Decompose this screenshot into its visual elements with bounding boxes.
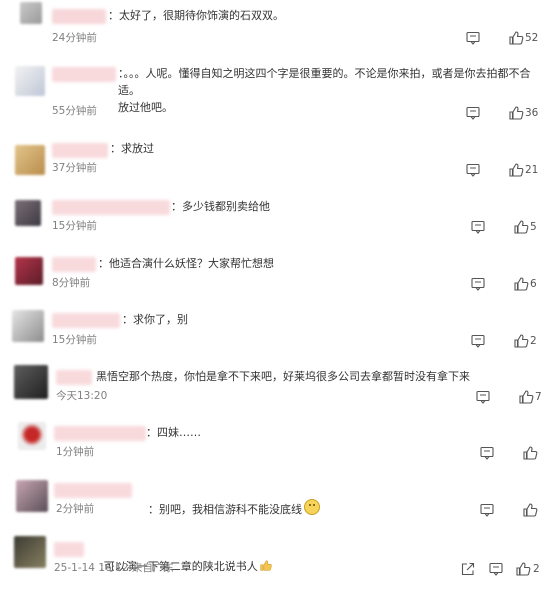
- avatar[interactable]: [15, 66, 45, 96]
- worried-face-emoji-icon: [304, 499, 320, 515]
- comment-text: ：求放过: [110, 142, 154, 155]
- like-icon[interactable]: [515, 561, 531, 577]
- comment-time: 25-1-14 16:12 来自广东: [54, 562, 174, 574]
- comment-text: ：四妹……: [146, 426, 201, 439]
- comment-text: ：多少钱都别卖给他: [171, 200, 270, 213]
- username[interactable]: [54, 542, 84, 557]
- reply-icon[interactable]: [465, 162, 481, 178]
- avatar[interactable]: [15, 200, 41, 226]
- like-icon[interactable]: [508, 162, 524, 178]
- like-count: 36: [525, 107, 539, 119]
- comment-time: 15分钟前: [52, 334, 97, 346]
- avatar[interactable]: [18, 422, 46, 450]
- username[interactable]: [54, 426, 146, 441]
- username[interactable]: [52, 313, 120, 328]
- thumbs-up-emoji-icon: [260, 560, 272, 571]
- avatar[interactable]: [12, 310, 44, 342]
- like-count: 6: [530, 278, 537, 290]
- like-icon[interactable]: [518, 389, 534, 405]
- avatar[interactable]: [14, 536, 46, 568]
- like-count: 52: [525, 32, 539, 44]
- comment-time: 55分钟前: [52, 105, 97, 117]
- like-count: 7: [535, 391, 542, 403]
- comment-time: 今天13:20: [56, 390, 108, 402]
- username[interactable]: [54, 483, 132, 498]
- reply-icon[interactable]: [475, 389, 491, 405]
- comment-time: 1分钟前: [56, 446, 95, 458]
- username[interactable]: [52, 200, 170, 215]
- like-icon[interactable]: [508, 105, 524, 121]
- like-icon[interactable]: [508, 30, 524, 46]
- reply-icon[interactable]: [465, 105, 481, 121]
- reply-icon[interactable]: [465, 30, 481, 46]
- like-count: 2: [533, 563, 540, 575]
- reply-icon[interactable]: [470, 276, 486, 292]
- like-icon[interactable]: [522, 445, 538, 461]
- comment-time: 15分钟前: [52, 220, 97, 232]
- reply-icon[interactable]: [470, 333, 486, 349]
- comment-time: 8分钟前: [52, 277, 91, 289]
- username[interactable]: [56, 370, 92, 385]
- like-count: 2: [530, 335, 537, 347]
- comment-text-content: ：别吧，我相信游科不能没底线: [148, 503, 302, 516]
- like-icon[interactable]: [513, 276, 529, 292]
- comment-text: 黑悟空那个热度，你怕是拿不下来吧，好莱坞很多公司去拿都暂时没有拿下来: [96, 370, 470, 383]
- reply-icon[interactable]: [479, 445, 495, 461]
- comment-text: ：求你了，别: [122, 313, 188, 326]
- reply-icon[interactable]: [488, 561, 504, 577]
- avatar[interactable]: [20, 2, 42, 24]
- username[interactable]: [52, 143, 108, 158]
- username[interactable]: [52, 67, 116, 82]
- like-icon[interactable]: [513, 333, 529, 349]
- avatar[interactable]: [14, 365, 48, 399]
- username[interactable]: [52, 9, 106, 24]
- comment-text: ：太好了，很期待你饰演的石双双。: [108, 9, 284, 22]
- avatar[interactable]: [16, 480, 48, 512]
- comment-text: ：别吧，我相信游科不能没底线: [134, 482, 320, 535]
- avatar[interactable]: [15, 257, 43, 285]
- comment-text: ：他适合演什么妖怪？大家帮忙想想: [98, 257, 274, 270]
- avatar[interactable]: [15, 145, 45, 175]
- username[interactable]: [52, 257, 96, 272]
- like-icon[interactable]: [513, 219, 529, 235]
- comment-time: 37分钟前: [52, 162, 97, 174]
- like-count: 5: [530, 221, 537, 233]
- reply-icon[interactable]: [479, 502, 495, 518]
- comment-time: 24分钟前: [52, 32, 97, 44]
- like-count: 21: [525, 164, 539, 176]
- share-icon[interactable]: [460, 561, 476, 577]
- comment-time: 2分钟前: [56, 503, 95, 515]
- like-icon[interactable]: [522, 502, 538, 518]
- reply-icon[interactable]: [470, 219, 486, 235]
